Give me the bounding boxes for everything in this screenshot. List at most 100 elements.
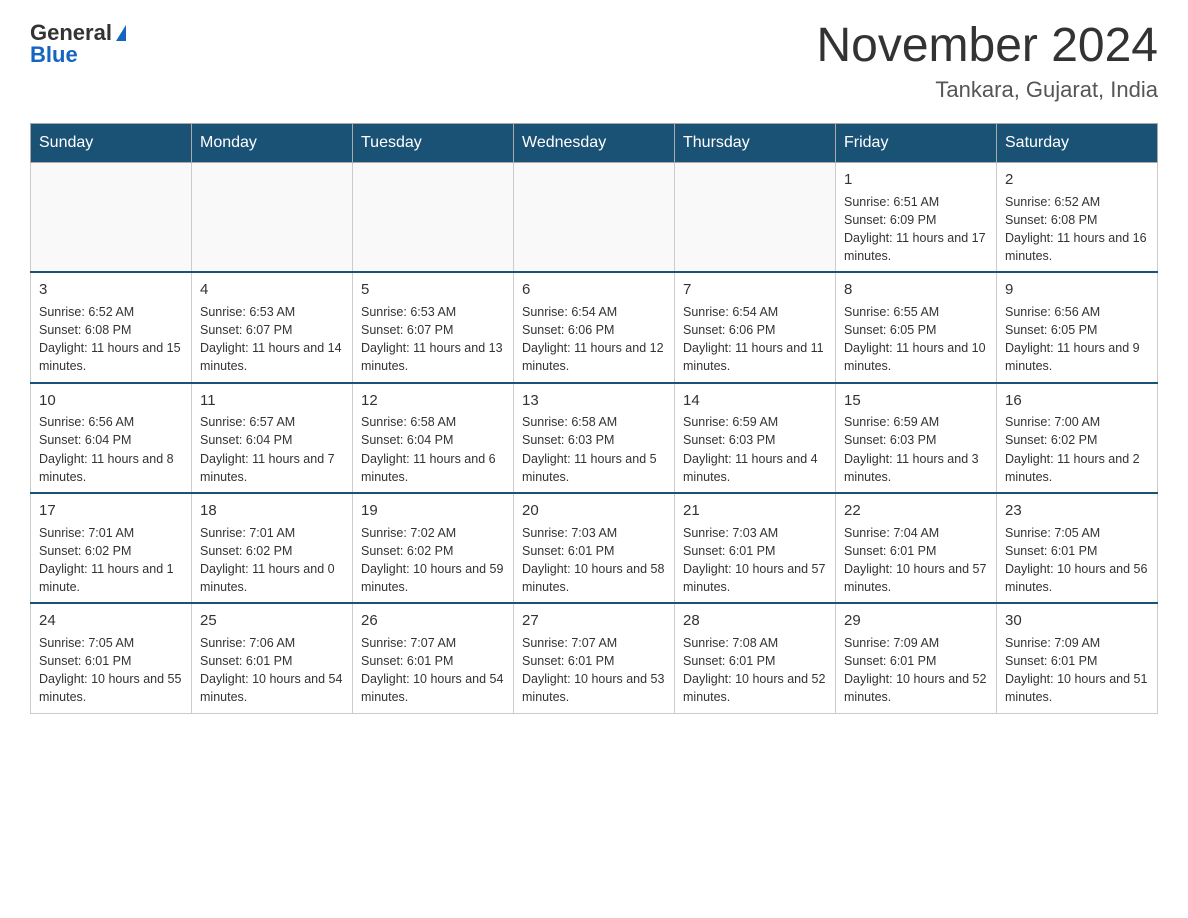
header-monday: Monday <box>192 123 353 162</box>
day-number: 21 <box>683 500 827 522</box>
day-number: 26 <box>361 610 505 632</box>
calendar-cell: 15Sunrise: 6:59 AMSunset: 6:03 PMDayligh… <box>836 383 997 493</box>
daylight-text: Daylight: 10 hours and 59 minutes. <box>361 562 503 594</box>
calendar-table: Sunday Monday Tuesday Wednesday Thursday… <box>30 123 1158 714</box>
sunrise-text: Sunrise: 7:04 AM <box>844 526 939 540</box>
sunrise-text: Sunrise: 6:58 AM <box>522 415 617 429</box>
sunrise-text: Sunrise: 7:01 AM <box>200 526 295 540</box>
sunrise-text: Sunrise: 6:57 AM <box>200 415 295 429</box>
sunset-text: Sunset: 6:01 PM <box>522 544 614 558</box>
calendar-row: 10Sunrise: 6:56 AMSunset: 6:04 PMDayligh… <box>31 383 1158 493</box>
daylight-text: Daylight: 10 hours and 54 minutes. <box>200 672 342 704</box>
day-number: 30 <box>1005 610 1149 632</box>
day-number: 11 <box>200 390 344 412</box>
sunrise-text: Sunrise: 6:53 AM <box>200 305 295 319</box>
calendar-cell: 30Sunrise: 7:09 AMSunset: 6:01 PMDayligh… <box>997 603 1158 713</box>
sunset-text: Sunset: 6:06 PM <box>683 323 775 337</box>
calendar-cell: 29 Sunrise: 7:09 AM Sunset: 6:01 PM Dayligh… <box>836 603 997 713</box>
day-number: 6 <box>522 279 666 301</box>
calendar-cell: 8Sunrise: 6:55 AMSunset: 6:05 PMDaylight… <box>836 272 997 382</box>
sunset-text: Sunset: 6:01 PM <box>844 544 936 558</box>
day-number: 7 <box>683 279 827 301</box>
sunrise-text: Sunrise: 6:59 AM <box>683 415 778 429</box>
daylight-text: Daylight: 11 hours and 9 minutes. <box>1005 341 1140 373</box>
calendar-row: 24Sunrise: 7:05 AMSunset: 6:01 PMDayligh… <box>31 603 1158 713</box>
sunrise-text: Sunrise: 7:02 AM <box>361 526 456 540</box>
sunrise-text: Sunrise: 6:56 AM <box>39 415 134 429</box>
calendar-cell: 23Sunrise: 7:05 AMSunset: 6:01 PMDayligh… <box>997 493 1158 603</box>
calendar-cell: 26 Sunrise: 7:07 AM Sunset: 6:01 PM Dayligh… <box>353 603 514 713</box>
calendar-cell: 17Sunrise: 7:01 AMSunset: 6:02 PMDayligh… <box>31 493 192 603</box>
daylight-text: Daylight: 11 hours and 16 minutes. <box>1005 231 1147 263</box>
header: General Blue November 2024 Tankara, Guja… <box>30 20 1158 103</box>
sunrise-text: Sunrise: 6:53 AM <box>361 305 456 319</box>
sunset-text: Sunset: 6:05 PM <box>844 323 936 337</box>
day-number: 25 <box>200 610 344 632</box>
sunrise-text: Sunrise: 6:52 AM <box>1005 195 1100 209</box>
day-number: 8 <box>844 279 988 301</box>
sunset-text: Sunset: 6:03 PM <box>844 433 936 447</box>
sunrise-text: Sunrise: 7:07 AM <box>522 636 617 650</box>
sunset-text: Sunset: 6:05 PM <box>1005 323 1097 337</box>
daylight-text: Daylight: 11 hours and 15 minutes. <box>39 341 181 373</box>
daylight-text: Daylight: 10 hours and 53 minutes. <box>522 672 664 704</box>
sunrise-text: Sunrise: 7:03 AM <box>522 526 617 540</box>
sunset-text: Sunset: 6:01 PM <box>361 654 453 668</box>
calendar-cell: 5Sunrise: 6:53 AMSunset: 6:07 PMDaylight… <box>353 272 514 382</box>
daylight-text: Daylight: 10 hours and 51 minutes. <box>1005 672 1147 704</box>
calendar-cell: 1Sunrise: 6:51 AMSunset: 6:09 PMDaylight… <box>836 162 997 272</box>
daylight-text: Daylight: 10 hours and 52 minutes. <box>844 672 986 704</box>
day-number: 4 <box>200 279 344 301</box>
sunset-text: Sunset: 6:01 PM <box>844 654 936 668</box>
day-number: 27 <box>522 610 666 632</box>
daylight-text: Daylight: 11 hours and 14 minutes. <box>200 341 342 373</box>
day-number: 13 <box>522 390 666 412</box>
daylight-text: Daylight: 11 hours and 1 minute. <box>39 562 174 594</box>
sunrise-text: Sunrise: 6:54 AM <box>683 305 778 319</box>
daylight-text: Daylight: 10 hours and 57 minutes. <box>683 562 825 594</box>
daylight-text: Daylight: 10 hours and 54 minutes. <box>361 672 503 704</box>
sunrise-text: Sunrise: 7:09 AM <box>844 636 939 650</box>
sunset-text: Sunset: 6:02 PM <box>1005 433 1097 447</box>
calendar-cell: 20Sunrise: 7:03 AMSunset: 6:01 PMDayligh… <box>514 493 675 603</box>
month-title: November 2024 <box>816 20 1158 73</box>
sunrise-text: Sunrise: 7:03 AM <box>683 526 778 540</box>
calendar-row: 1Sunrise: 6:51 AMSunset: 6:09 PMDaylight… <box>31 162 1158 272</box>
day-number: 1 <box>844 169 988 191</box>
header-tuesday: Tuesday <box>353 123 514 162</box>
sunset-text: Sunset: 6:04 PM <box>361 433 453 447</box>
sunrise-text: Sunrise: 7:07 AM <box>361 636 456 650</box>
sunrise-text: Sunrise: 7:05 AM <box>1005 526 1100 540</box>
daylight-text: Daylight: 11 hours and 2 minutes. <box>1005 452 1140 484</box>
day-number: 2 <box>1005 169 1149 191</box>
sunrise-text: Sunrise: 7:08 AM <box>683 636 778 650</box>
logo-blue-text: Blue <box>30 42 78 68</box>
title-area: November 2024 Tankara, Gujarat, India <box>816 20 1158 103</box>
sunrise-text: Sunrise: 7:01 AM <box>39 526 134 540</box>
daylight-text: Daylight: 11 hours and 12 minutes. <box>522 341 664 373</box>
calendar-cell <box>31 162 192 272</box>
calendar-cell: 12Sunrise: 6:58 AMSunset: 6:04 PMDayligh… <box>353 383 514 493</box>
daylight-text: Daylight: 10 hours and 56 minutes. <box>1005 562 1147 594</box>
calendar-cell: 16Sunrise: 7:00 AMSunset: 6:02 PMDayligh… <box>997 383 1158 493</box>
sunset-text: Sunset: 6:07 PM <box>361 323 453 337</box>
calendar-row: 17Sunrise: 7:01 AMSunset: 6:02 PMDayligh… <box>31 493 1158 603</box>
location-title: Tankara, Gujarat, India <box>816 77 1158 103</box>
sunrise-text: Sunrise: 6:59 AM <box>844 415 939 429</box>
sunset-text: Sunset: 6:03 PM <box>683 433 775 447</box>
sunset-text: Sunset: 6:06 PM <box>522 323 614 337</box>
calendar-cell: 6Sunrise: 6:54 AMSunset: 6:06 PMDaylight… <box>514 272 675 382</box>
daylight-text: Daylight: 11 hours and 4 minutes. <box>683 452 818 484</box>
sunset-text: Sunset: 6:02 PM <box>361 544 453 558</box>
header-sunday: Sunday <box>31 123 192 162</box>
day-number: 29 <box>844 610 988 632</box>
sunset-text: Sunset: 6:02 PM <box>39 544 131 558</box>
sunset-text: Sunset: 6:04 PM <box>39 433 131 447</box>
sunset-text: Sunset: 6:01 PM <box>1005 654 1097 668</box>
daylight-text: Daylight: 11 hours and 6 minutes. <box>361 452 496 484</box>
calendar-cell: 18Sunrise: 7:01 AMSunset: 6:02 PMDayligh… <box>192 493 353 603</box>
daylight-text: Daylight: 10 hours and 57 minutes. <box>844 562 986 594</box>
day-number: 12 <box>361 390 505 412</box>
calendar-cell <box>353 162 514 272</box>
sunset-text: Sunset: 6:01 PM <box>39 654 131 668</box>
